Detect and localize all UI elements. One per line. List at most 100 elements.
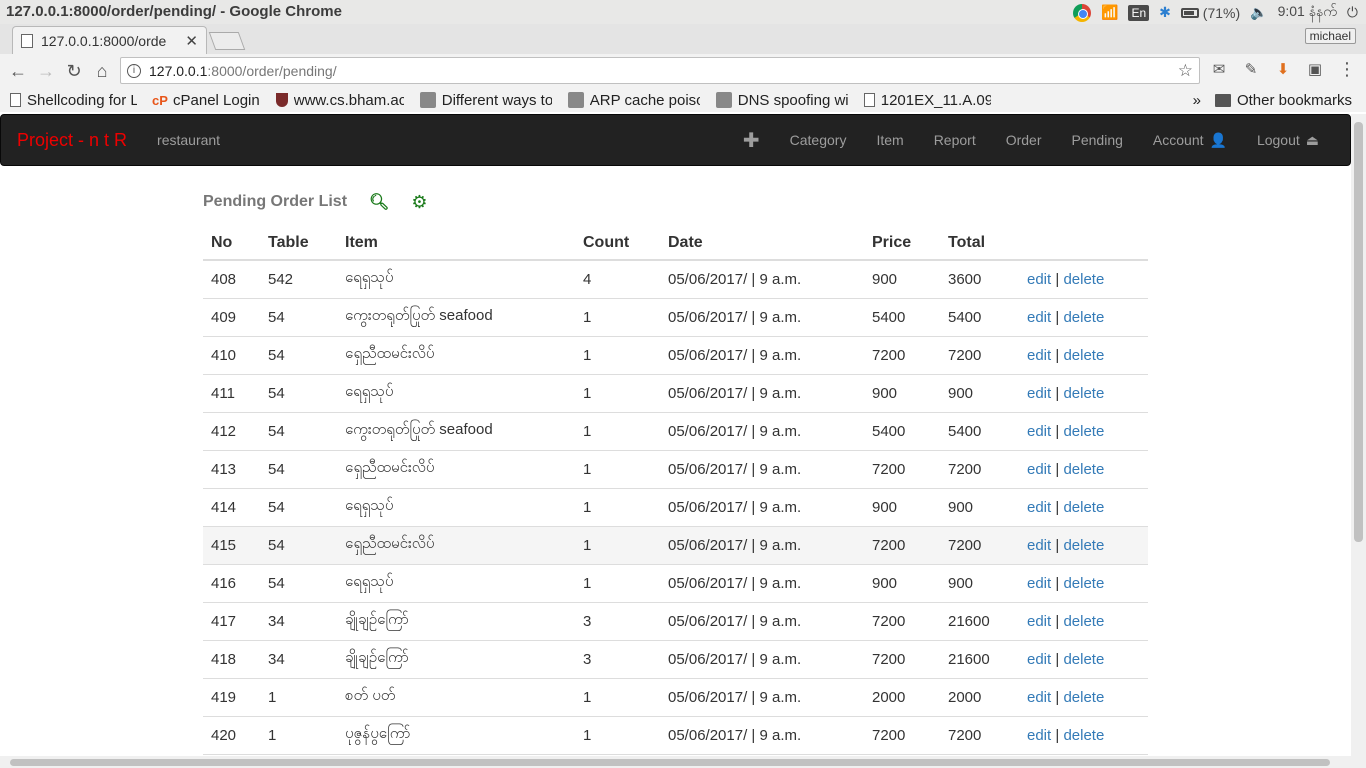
cell-price: 5400 bbox=[864, 298, 940, 337]
edit-link[interactable]: edit bbox=[1027, 575, 1051, 592]
edit-link[interactable]: edit bbox=[1027, 499, 1051, 516]
nav-category[interactable]: Category bbox=[775, 115, 862, 165]
wifi-icon[interactable]: 📶 bbox=[1101, 4, 1118, 21]
delete-link[interactable]: delete bbox=[1063, 613, 1104, 630]
horizontal-scroll-thumb[interactable] bbox=[10, 759, 1330, 766]
cell-item: ကွေးတရုတ်ပြုတ် seafood bbox=[337, 412, 575, 451]
delete-link[interactable]: delete bbox=[1063, 727, 1104, 744]
keyboard-layout-indicator[interactable]: En bbox=[1128, 4, 1150, 21]
close-tab-icon[interactable]: ✕ bbox=[185, 32, 198, 50]
edit-link[interactable]: edit bbox=[1027, 309, 1051, 326]
cell-price: 900 bbox=[864, 260, 940, 299]
battery-indicator[interactable]: (71%) bbox=[1180, 5, 1240, 21]
nav-pending[interactable]: Pending bbox=[1057, 115, 1138, 165]
bookmark-star-icon[interactable]: ☆ bbox=[1178, 61, 1193, 81]
search-icon[interactable]: 🔍︎ bbox=[369, 192, 389, 212]
extension-mail-icon[interactable]: ✉ bbox=[1208, 58, 1230, 80]
edit-link[interactable]: edit bbox=[1027, 461, 1051, 478]
site-info-icon[interactable]: i bbox=[127, 63, 141, 78]
cell-table: 54 bbox=[260, 412, 337, 451]
vertical-scroll-thumb[interactable] bbox=[1354, 122, 1363, 542]
edit-link[interactable]: edit bbox=[1027, 385, 1051, 402]
chrome-icon[interactable] bbox=[1073, 3, 1092, 22]
clock[interactable]: 9:01 နံနက် bbox=[1278, 2, 1337, 23]
shield-icon bbox=[275, 93, 288, 107]
delete-link[interactable]: delete bbox=[1063, 499, 1104, 516]
delete-link[interactable]: delete bbox=[1063, 689, 1104, 706]
more-bookmarks-button[interactable]: » bbox=[1179, 92, 1215, 109]
column-header-count: Count bbox=[575, 226, 660, 261]
edit-link[interactable]: edit bbox=[1027, 727, 1051, 744]
delete-link[interactable]: delete bbox=[1063, 651, 1104, 668]
cell-date: 05/06/2017/ | 9 a.m. bbox=[660, 678, 864, 717]
bookmark-item[interactable]: ARP cache poison bbox=[558, 92, 706, 109]
cell-date: 05/06/2017/ | 9 a.m. bbox=[660, 336, 864, 375]
edit-link[interactable]: edit bbox=[1027, 423, 1051, 440]
chrome-menu-icon[interactable]: ⋮ bbox=[1336, 58, 1358, 80]
horizontal-scrollbar[interactable] bbox=[0, 756, 1366, 768]
cell-item: ချိုချဉ်ကြော် bbox=[337, 640, 575, 679]
cell-price: 5400 bbox=[864, 412, 940, 451]
new-tab-button[interactable] bbox=[208, 32, 246, 50]
edit-link[interactable]: edit bbox=[1027, 537, 1051, 554]
bookmark-item[interactable]: www.cs.bham.ac bbox=[266, 92, 410, 109]
document-icon bbox=[10, 93, 21, 107]
delete-link[interactable]: delete bbox=[1063, 461, 1104, 478]
cell-table: 54 bbox=[260, 298, 337, 337]
restaurant-link[interactable]: restaurant bbox=[157, 132, 220, 148]
nav-menu: ✚ Category Item Report Order Pending Acc… bbox=[728, 115, 1334, 165]
cell-price: 7200 bbox=[864, 716, 940, 755]
brand-link[interactable]: Project - n t R bbox=[17, 130, 127, 151]
nav-logout[interactable]: Logout ⏏ bbox=[1242, 115, 1334, 165]
nav-account[interactable]: Account 👤 bbox=[1138, 115, 1242, 165]
delete-link[interactable]: delete bbox=[1063, 385, 1104, 402]
browser-tab[interactable]: 127.0.0.1:8000/orde ✕ bbox=[12, 26, 207, 54]
address-bar[interactable]: i 127.0.0.1:8000/order/pending/ ☆ bbox=[120, 57, 1200, 84]
edit-link[interactable]: edit bbox=[1027, 613, 1051, 630]
window-title: 127.0.0.1:8000/order/pending/ - Google C… bbox=[6, 3, 342, 20]
cell-table: 1 bbox=[260, 678, 337, 717]
reload-button[interactable]: ↻ bbox=[60, 57, 88, 85]
bookmark-item[interactable]: DNS spoofing wi bbox=[706, 92, 854, 109]
download-icon[interactable]: ⬇ bbox=[1272, 58, 1294, 80]
nav-report[interactable]: Report bbox=[919, 115, 991, 165]
edit-link[interactable]: edit bbox=[1027, 347, 1051, 364]
add-plus-icon[interactable]: ✚ bbox=[728, 115, 775, 165]
action-separator: | bbox=[1055, 270, 1060, 288]
bookmark-item[interactable]: Shellcoding for L bbox=[0, 92, 143, 109]
bookmark-item[interactable]: 1201EX_11.A.09_ bbox=[854, 92, 997, 109]
power-icon[interactable]: ⏻ bbox=[1347, 4, 1358, 21]
volume-icon[interactable]: 🔈 bbox=[1250, 4, 1267, 21]
action-separator: | bbox=[1055, 726, 1060, 744]
edit-link[interactable]: edit bbox=[1027, 651, 1051, 668]
other-bookmarks-folder[interactable]: Other bookmarks bbox=[1214, 92, 1366, 109]
delete-link[interactable]: delete bbox=[1063, 575, 1104, 592]
home-button[interactable]: ⌂ bbox=[88, 57, 116, 85]
delete-link[interactable]: delete bbox=[1063, 271, 1104, 288]
delete-link[interactable]: delete bbox=[1063, 537, 1104, 554]
vertical-scrollbar[interactable] bbox=[1351, 114, 1366, 756]
cell-item: ကွေးတရုတ်ပြုတ် seafood bbox=[337, 298, 575, 337]
extension-wand-icon[interactable]: ✎ bbox=[1240, 58, 1262, 80]
bookmark-item[interactable]: Different ways to bbox=[410, 92, 558, 109]
bluetooth-icon[interactable]: ✱ bbox=[1159, 4, 1171, 21]
nav-order[interactable]: Order bbox=[991, 115, 1057, 165]
action-separator: | bbox=[1055, 422, 1060, 440]
edit-link[interactable]: edit bbox=[1027, 271, 1051, 288]
back-button[interactable]: ← bbox=[4, 57, 32, 85]
delete-link[interactable]: delete bbox=[1063, 309, 1104, 326]
delete-link[interactable]: delete bbox=[1063, 423, 1104, 440]
edit-link[interactable]: edit bbox=[1027, 689, 1051, 706]
delete-link[interactable]: delete bbox=[1063, 347, 1104, 364]
cell-date: 05/06/2017/ | 9 a.m. bbox=[660, 602, 864, 641]
extension-save-icon[interactable]: ▣ bbox=[1304, 58, 1326, 80]
nav-item[interactable]: Item bbox=[861, 115, 918, 165]
profile-button[interactable]: michael bbox=[1304, 28, 1356, 44]
forward-button[interactable]: → bbox=[32, 57, 60, 85]
cell-date: 05/06/2017/ | 9 a.m. bbox=[660, 640, 864, 679]
bookmark-item[interactable]: cP cPanel Login bbox=[143, 92, 266, 109]
table-row: 417 34 ချိုချဉ်ကြော် 3 05/06/2017/ | 9 a.m. 7… bbox=[203, 602, 1148, 641]
avatar-icon bbox=[567, 92, 584, 108]
cell-no: 412 bbox=[203, 412, 260, 451]
gear-icon[interactable]: ⚙ bbox=[411, 192, 427, 213]
